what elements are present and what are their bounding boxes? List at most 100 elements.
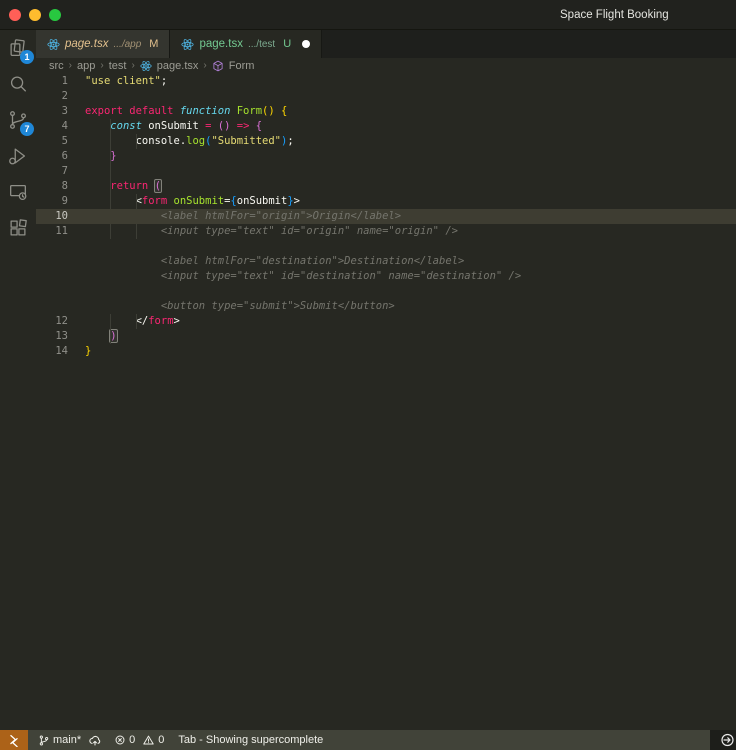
remote-explorer-icon[interactable] <box>0 174 36 210</box>
line-content: <button type="submit">Submit</button> <box>68 299 395 314</box>
line-number <box>36 254 68 269</box>
line-number <box>36 239 68 254</box>
code-line[interactable]: <button type="submit">Submit</button> <box>36 299 736 314</box>
code-line[interactable]: 9 <form onSubmit={onSubmit}> <box>36 194 736 209</box>
tab-file-name: page.tsx <box>65 38 108 50</box>
code-line[interactable]: 8 return ( <box>36 179 736 194</box>
line-number: 2 <box>36 89 68 104</box>
line-content: <input type="text" id="destination" name… <box>68 269 521 284</box>
breadcrumb-app[interactable]: app <box>77 60 95 72</box>
git-branch-icon <box>38 734 50 747</box>
code-line[interactable] <box>36 284 736 299</box>
indent-guide <box>110 224 111 239</box>
supercomplete-message: Tab - Showing supercomplete <box>178 734 323 746</box>
line-content: <form onSubmit={onSubmit}> <box>68 194 300 209</box>
window-controls <box>9 9 61 21</box>
indent-guide <box>110 149 111 164</box>
supercomplete-status[interactable]: Tab - Showing supercomplete <box>178 734 323 746</box>
remote-indicator[interactable] <box>0 730 28 750</box>
source-control-badge: 7 <box>20 122 34 136</box>
code-line[interactable]: 1"use client"; <box>36 74 736 89</box>
indent-guide <box>110 164 111 179</box>
tab-file-dir: .../test <box>248 39 275 50</box>
code-line[interactable]: 3export default function Form() { <box>36 104 736 119</box>
circled-arrow-icon <box>719 732 735 748</box>
indent-guide <box>136 194 137 209</box>
code-line[interactable]: 13 ) <box>36 329 736 344</box>
breadcrumb-test[interactable]: test <box>109 60 127 72</box>
branch-indicator[interactable]: main* <box>38 734 102 747</box>
problems-indicator[interactable]: 0 0 <box>114 734 164 746</box>
code-editor[interactable]: 1"use client";23export default function … <box>36 73 736 730</box>
react-file-icon <box>140 60 152 72</box>
line-content: <input type="text" id="origin" name="ori… <box>68 224 458 239</box>
line-content <box>68 164 85 179</box>
line-content: "use client"; <box>68 74 167 89</box>
source-control-icon[interactable]: 7 <box>0 102 36 138</box>
tab-page-tsx-test[interactable]: page.tsx .../test U <box>170 30 322 58</box>
code-line[interactable]: 12 </form> <box>36 314 736 329</box>
code-line[interactable]: 11 <input type="text" id="origin" name="… <box>36 224 736 239</box>
line-number <box>36 284 68 299</box>
indent-guide <box>110 329 111 344</box>
indent-guide <box>110 134 111 149</box>
code-line[interactable]: 5 console.log("Submitted"); <box>36 134 736 149</box>
indent-guide <box>136 314 137 329</box>
react-file-icon <box>47 38 60 51</box>
code-line[interactable]: 2 <box>36 89 736 104</box>
line-number: 12 <box>36 314 68 329</box>
run-and-debug-icon[interactable] <box>0 138 36 174</box>
breadcrumb-separator: › <box>203 60 206 71</box>
git-modified-badge: M <box>149 38 158 50</box>
line-number: 10 <box>36 209 68 224</box>
line-content: <label htmlFor="destination">Destination… <box>68 254 464 269</box>
warnings-icon <box>142 734 155 746</box>
indent-guide <box>110 119 111 134</box>
close-window-button[interactable] <box>9 9 21 21</box>
breadcrumb-file[interactable]: page.tsx <box>157 60 199 72</box>
extensions-icon[interactable] <box>0 210 36 246</box>
line-number: 3 <box>36 104 68 119</box>
branch-name: main* <box>53 734 81 746</box>
breadcrumb-separator: › <box>69 60 72 71</box>
tab-file-name: page.tsx <box>199 38 242 50</box>
line-number: 11 <box>36 224 68 239</box>
warning-count: 0 <box>158 734 164 746</box>
line-content: </form> <box>68 314 180 329</box>
status-bar: main* 0 0 Tab - Showing supercomplete <box>0 730 736 750</box>
indent-guide <box>110 314 111 329</box>
code-line[interactable]: 14} <box>36 344 736 359</box>
code-line[interactable] <box>36 239 736 254</box>
breadcrumb-separator: › <box>100 60 103 71</box>
line-content: export default function Form() { <box>68 104 287 119</box>
unsaved-dot-icon[interactable] <box>302 40 310 48</box>
line-number: 4 <box>36 119 68 134</box>
code-line[interactable]: 7 <box>36 164 736 179</box>
breadcrumb-src[interactable]: src <box>49 60 64 72</box>
bottom-right-widget[interactable] <box>710 730 736 750</box>
line-number: 7 <box>36 164 68 179</box>
line-content: return ( <box>68 179 161 194</box>
activity-bar: 1 7 <box>0 30 36 730</box>
code-line[interactable]: 10 <label htmlFor="origin">Origin</label… <box>36 209 736 224</box>
line-number: 5 <box>36 134 68 149</box>
indent-guide <box>136 134 137 149</box>
remote-icon <box>7 733 21 747</box>
code-line[interactable]: 6 } <box>36 149 736 164</box>
line-number: 9 <box>36 194 68 209</box>
code-line[interactable]: <label htmlFor="destination">Destination… <box>36 254 736 269</box>
breadcrumb-symbol[interactable]: Form <box>229 60 255 72</box>
minimize-window-button[interactable] <box>29 9 41 21</box>
explorer-icon[interactable]: 1 <box>0 30 36 66</box>
code-line[interactable]: 4 const onSubmit = () => { <box>36 119 736 134</box>
line-number <box>36 269 68 284</box>
line-number <box>36 299 68 314</box>
code-line[interactable]: <input type="text" id="destination" name… <box>36 269 736 284</box>
tab-page-tsx-app[interactable]: page.tsx .../app M <box>36 30 170 58</box>
indent-guide <box>110 194 111 209</box>
window-title: Space Flight Booking <box>560 0 669 30</box>
maximize-window-button[interactable] <box>49 9 61 21</box>
indent-guide <box>136 224 137 239</box>
search-icon[interactable] <box>0 66 36 102</box>
tab-bar: page.tsx .../app M page.tsx .../test U <box>36 30 736 58</box>
